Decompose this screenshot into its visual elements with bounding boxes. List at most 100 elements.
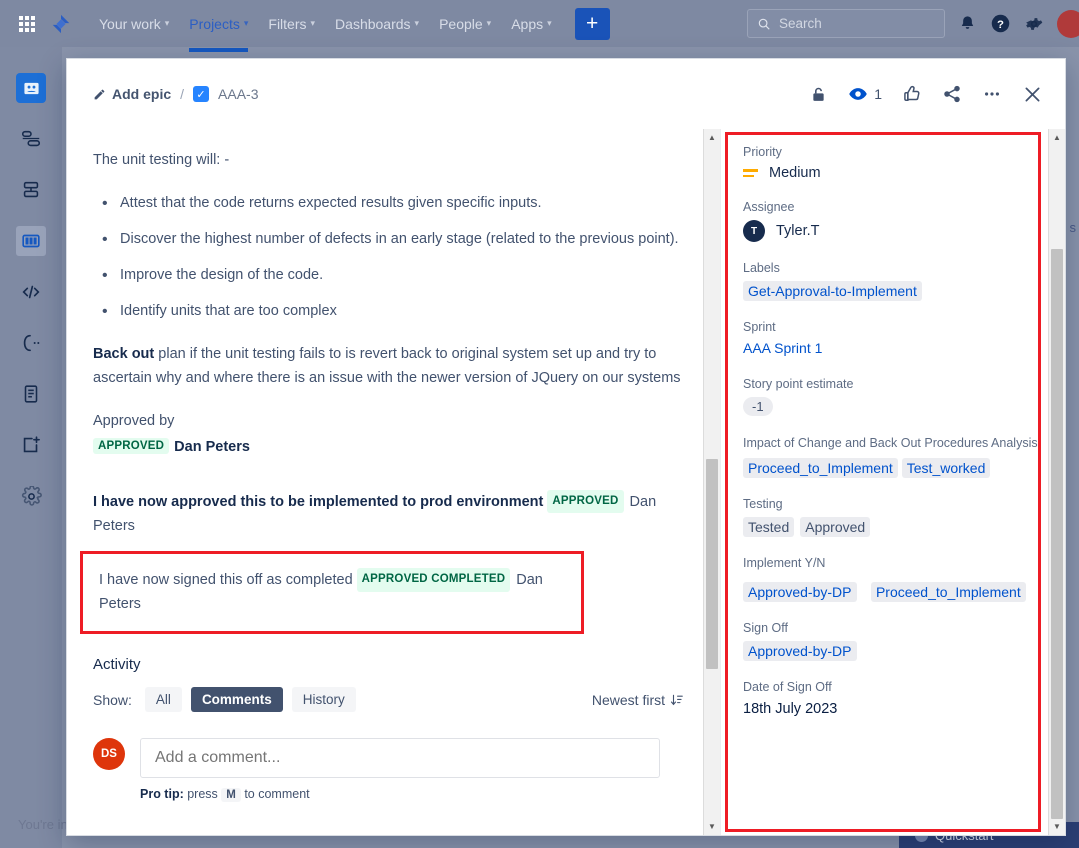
status-badge: APPROVED bbox=[93, 438, 169, 454]
search-icon bbox=[757, 17, 771, 31]
list-item: Identify units that are too complex bbox=[93, 300, 684, 323]
chevron-down-icon: ▾ bbox=[415, 18, 420, 29]
nav-item-dashboards[interactable]: Dashboards ▾ bbox=[326, 8, 428, 40]
avatar[interactable]: DS bbox=[93, 738, 125, 770]
search-input[interactable]: Search bbox=[747, 9, 945, 38]
field-sprint: Sprint AAA Sprint 1 bbox=[743, 320, 1045, 358]
label-tag[interactable]: Get-Approval-to-Implement bbox=[743, 281, 922, 301]
scrollbar-thumb[interactable] bbox=[706, 459, 718, 669]
jira-logo-icon[interactable] bbox=[46, 9, 76, 39]
field-priority: Priority Medium bbox=[743, 145, 1045, 181]
sprint-value[interactable]: AAA Sprint 1 bbox=[743, 340, 822, 356]
sort-descending-icon bbox=[670, 693, 684, 707]
avatar: T bbox=[743, 220, 765, 242]
approval-statement-1: I have now approved this to be implement… bbox=[93, 490, 684, 539]
list-item: Attest that the code returns expected re… bbox=[93, 192, 684, 215]
scroll-down-arrow-icon[interactable]: ▼ bbox=[1049, 818, 1065, 835]
activity-filter-row: Show: All Comments History Newest first bbox=[93, 687, 684, 712]
sidebar-item-pages[interactable] bbox=[16, 379, 46, 409]
pro-tip-label: Pro tip: bbox=[140, 787, 184, 801]
share-icon[interactable] bbox=[942, 84, 962, 104]
story-points-value[interactable]: -1 bbox=[743, 397, 773, 416]
sign-off-label: Sign Off bbox=[743, 621, 1045, 635]
implement-tag[interactable]: Approved-by-DP bbox=[743, 582, 857, 602]
sidebar-item-board[interactable] bbox=[16, 226, 46, 256]
approved-by-heading: Approved by bbox=[93, 413, 684, 429]
close-icon[interactable] bbox=[1022, 84, 1043, 105]
create-button[interactable]: + bbox=[575, 8, 610, 40]
impact-tag[interactable]: Test_worked bbox=[902, 458, 991, 478]
sidebar-item-backlog[interactable] bbox=[16, 175, 46, 205]
scroll-up-arrow-icon[interactable]: ▲ bbox=[704, 129, 720, 146]
scroll-up-arrow-icon[interactable]: ▲ bbox=[1049, 129, 1065, 146]
list-item: Improve the design of the code. bbox=[93, 264, 684, 287]
status-badge: APPROVED COMPLETED bbox=[357, 568, 511, 592]
modal-header-actions: 1 bbox=[809, 84, 1043, 105]
show-label: Show: bbox=[93, 692, 132, 708]
assignee-value: Tyler.T bbox=[776, 223, 820, 239]
filter-all-button[interactable]: All bbox=[145, 687, 182, 712]
filter-history-button[interactable]: History bbox=[292, 687, 356, 712]
nav-item-filters[interactable]: Filters ▾ bbox=[259, 8, 324, 40]
sidebar-item-add-item[interactable] bbox=[16, 430, 46, 460]
nav-label: Dashboards bbox=[335, 16, 411, 32]
help-icon[interactable]: ? bbox=[990, 13, 1011, 34]
approval-statement-1-text: I have now approved this to be implement… bbox=[93, 494, 543, 510]
impact-tag[interactable]: Proceed_to_Implement bbox=[743, 458, 898, 478]
notifications-bell-icon[interactable] bbox=[958, 14, 977, 33]
thumbs-up-icon[interactable] bbox=[902, 84, 922, 104]
activity-section: Activity Show: All Comments History Newe… bbox=[93, 656, 684, 801]
pro-tip-key: M bbox=[221, 788, 241, 802]
priority-value-row[interactable]: Medium bbox=[743, 165, 1045, 181]
nav-item-people[interactable]: People ▾ bbox=[430, 8, 500, 40]
priority-medium-icon bbox=[743, 169, 758, 177]
settings-gear-icon[interactable] bbox=[1024, 14, 1044, 34]
watch-count: 1 bbox=[874, 86, 882, 102]
modal-header: Add epic / ✓ AAA-3 1 bbox=[67, 59, 1065, 129]
sidebar-item-code[interactable] bbox=[16, 277, 46, 307]
scrollbar-thumb[interactable] bbox=[1051, 249, 1063, 819]
scroll-down-arrow-icon[interactable]: ▼ bbox=[704, 818, 720, 835]
field-sign-off: Sign Off Approved-by-DP bbox=[743, 621, 1045, 661]
add-epic-button[interactable]: Add epic bbox=[93, 86, 171, 102]
pro-tip-post: to comment bbox=[241, 787, 310, 801]
watch-eye-icon[interactable]: 1 bbox=[848, 84, 882, 104]
filter-comments-button[interactable]: Comments bbox=[191, 687, 283, 712]
main-content-scrollbar[interactable]: ▲ ▼ bbox=[703, 129, 720, 835]
pencil-icon bbox=[93, 88, 106, 101]
sidebar-item-project-settings[interactable] bbox=[16, 481, 46, 511]
signoff-highlight-box: I have now signed this off as completed … bbox=[80, 551, 584, 634]
date-sign-off-value[interactable]: 18th July 2023 bbox=[743, 701, 837, 717]
implement-tag[interactable]: Proceed_to_Implement bbox=[871, 582, 1026, 602]
nav-item-apps[interactable]: Apps ▾ bbox=[502, 8, 560, 40]
lock-icon[interactable] bbox=[809, 85, 828, 104]
sign-off-tag[interactable]: Approved-by-DP bbox=[743, 641, 857, 661]
impact-label: Impact of Change and Back Out Procedures… bbox=[743, 435, 1045, 452]
assignee-value-row[interactable]: T Tyler.T bbox=[743, 220, 1045, 242]
sprint-label: Sprint bbox=[743, 320, 1045, 334]
priority-label: Priority bbox=[743, 145, 1045, 159]
details-panel-scrollbar[interactable]: ▲ ▼ bbox=[1048, 129, 1065, 835]
nav-label: Filters bbox=[268, 16, 306, 32]
testing-tag[interactable]: Tested bbox=[743, 517, 794, 537]
chevron-down-icon: ▾ bbox=[165, 18, 170, 29]
chevron-down-icon: ▾ bbox=[487, 18, 492, 29]
sidebar-item-roadmap[interactable] bbox=[16, 124, 46, 154]
project-sidebar bbox=[0, 47, 62, 848]
user-avatar[interactable] bbox=[1057, 10, 1079, 38]
comment-input[interactable] bbox=[140, 738, 660, 778]
activity-heading: Activity bbox=[93, 656, 684, 673]
search-placeholder: Search bbox=[779, 16, 822, 31]
more-actions-icon[interactable] bbox=[982, 84, 1002, 104]
nav-item-your-work[interactable]: Your work ▾ bbox=[90, 8, 178, 40]
grid-apps-icon[interactable] bbox=[14, 11, 40, 37]
sidebar-item-project-avatar[interactable] bbox=[16, 73, 46, 103]
issue-key-link[interactable]: AAA-3 bbox=[218, 86, 258, 102]
sidebar-item-deployments[interactable] bbox=[16, 328, 46, 358]
sort-order-button[interactable]: Newest first bbox=[592, 692, 684, 708]
task-check-icon: ✓ bbox=[193, 86, 209, 102]
testing-tag[interactable]: Approved bbox=[800, 517, 870, 537]
nav-item-projects[interactable]: Projects ▾ bbox=[180, 8, 257, 40]
labels-label: Labels bbox=[743, 261, 1045, 275]
description-bullet-list: Attest that the code returns expected re… bbox=[93, 192, 684, 324]
